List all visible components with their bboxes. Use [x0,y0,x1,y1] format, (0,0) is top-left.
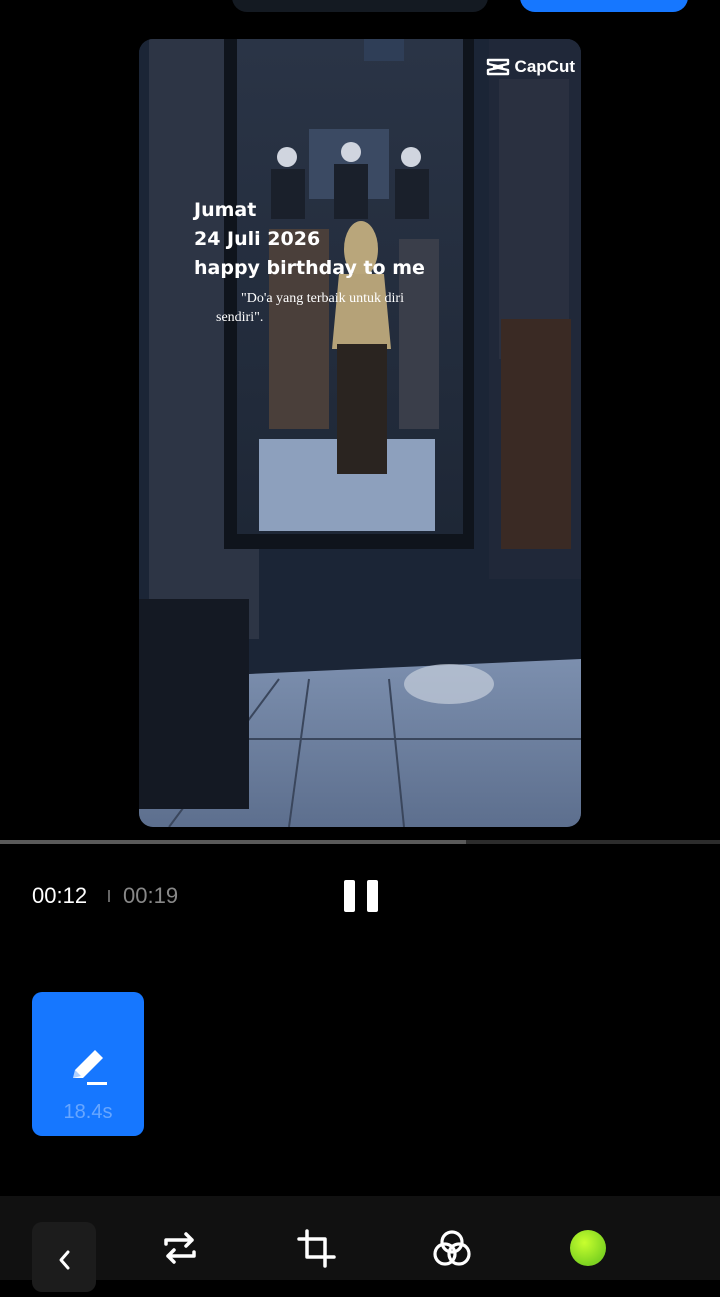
capcut-watermark: CapCut [486,57,575,77]
preview-scene [139,39,581,827]
video-preview[interactable]: CapCut Jumat 24 Juli 2026 happy birthday… [139,39,581,827]
back-button[interactable] [32,1222,96,1292]
current-time: 00:12 [32,883,88,908]
overlay-date: 24 Juli 2026 [194,228,321,250]
playback-progress-fill [0,840,466,844]
watermark-label: CapCut [514,57,575,76]
crop-button[interactable] [294,1226,338,1270]
back-icon [59,1250,70,1270]
total-time: 00:19 [123,883,179,908]
swap-icon [164,1232,196,1264]
color-dot[interactable] [570,1230,606,1266]
overlay-title: Jumat 24 Juli 2026 happy birthday to me [194,196,425,283]
clip-duration: 18.4s [63,1101,113,1123]
edit-pencil-icon [73,1050,107,1085]
pause-icon [344,880,355,912]
overlay-caption: happy birthday to me [194,257,425,279]
playback-progress[interactable] [0,840,720,844]
overlay-quote: "Do'a yang terbaik untuk diri sendiri". [216,291,404,325]
overlay-day: Jumat [194,199,257,221]
filters-icon [433,1230,471,1266]
time-separator [108,890,110,902]
replace-button[interactable] [158,1226,202,1270]
capcut-logo-icon [486,58,509,76]
top-input-bar[interactable] [232,0,488,12]
bottom-toolbar [0,1196,720,1292]
top-action-button[interactable] [520,0,688,12]
crop-icon [297,1229,336,1268]
clip-thumbnail[interactable]: 18.4s [32,992,144,1136]
pause-icon-bar [367,880,378,912]
pause-button[interactable] [344,880,378,912]
filters-button[interactable] [430,1226,474,1270]
